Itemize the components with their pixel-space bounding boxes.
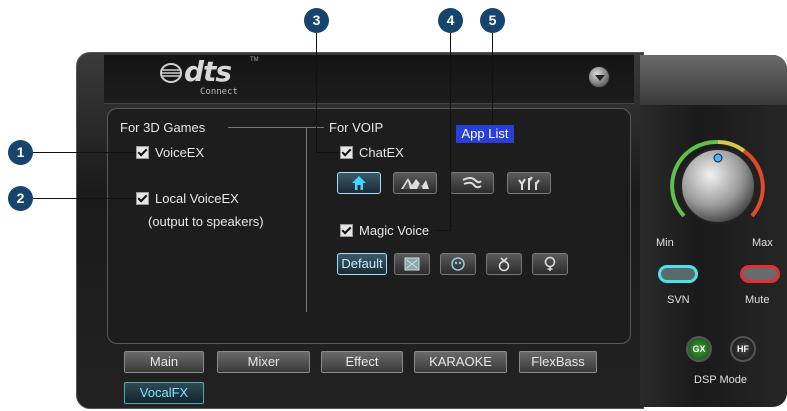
- callout-3-leader-v: [316, 33, 317, 152]
- robot-icon: [404, 257, 420, 271]
- magic-voice-checkbox[interactable]: [340, 224, 353, 237]
- trademark: TM: [250, 57, 259, 63]
- magic-voice-female-button[interactable]: [532, 253, 568, 275]
- callout-4-leader-h: [437, 230, 451, 231]
- dts-disc-icon: [160, 63, 182, 83]
- magic-voice-male-button[interactable]: [486, 253, 522, 275]
- chatex-forest-button[interactable]: [507, 172, 551, 194]
- callout-4: 4: [438, 8, 463, 33]
- section-3d-games-title: For 3D Games: [120, 120, 206, 135]
- magic-voice-alien-button[interactable]: [440, 253, 476, 275]
- female-icon: [544, 256, 556, 271]
- mute-label: Mute: [745, 294, 770, 306]
- minimize-dropdown-button[interactable]: [588, 66, 610, 88]
- tab-flexbass[interactable]: FlexBass: [519, 351, 597, 373]
- brand-subtitle: Connect: [200, 87, 238, 97]
- callout-4-leader-v: [450, 33, 451, 230]
- dsp-mode-label: DSP Mode: [694, 374, 747, 386]
- alien-icon: [451, 257, 465, 271]
- mute-toggle[interactable]: [740, 265, 780, 283]
- magic-voice-default-button[interactable]: Default: [337, 253, 387, 275]
- callout-1: 1: [8, 140, 33, 165]
- callout-5-leader: [492, 33, 493, 125]
- callout-2: 2: [8, 186, 33, 211]
- chatex-label: ChatEX: [359, 145, 404, 160]
- dts-logo: dts TM Connect: [160, 55, 270, 101]
- chatex-home-button[interactable]: [337, 172, 381, 194]
- wind-icon: [462, 177, 482, 189]
- home-icon: [352, 176, 366, 190]
- male-icon: [498, 257, 510, 272]
- forest-icon: [518, 176, 540, 190]
- stadium-icon: [401, 178, 429, 189]
- right-panel-top: [640, 55, 787, 105]
- dsp-gx-button[interactable]: GX: [686, 336, 712, 362]
- magic-voice-robot-button[interactable]: [394, 253, 430, 275]
- svn-toggle[interactable]: [658, 265, 698, 283]
- app-list-link[interactable]: App List: [456, 125, 514, 143]
- volume-knob[interactable]: [670, 138, 766, 234]
- voiceex-label: VoiceEX: [155, 145, 205, 160]
- tab-main[interactable]: Main: [124, 351, 204, 373]
- dsp-hf-button[interactable]: HF: [730, 336, 756, 362]
- callout-3: 3: [304, 8, 329, 33]
- callout-3-leader-h: [316, 152, 340, 153]
- local-voiceex-checkbox[interactable]: [136, 192, 149, 205]
- min-label: Min: [656, 237, 674, 249]
- max-label: Max: [752, 237, 773, 249]
- section-divider: [228, 127, 324, 128]
- local-voiceex-label: Local VoiceEX: [155, 191, 239, 206]
- tab-effect[interactable]: Effect: [321, 351, 403, 373]
- callout-5: 5: [480, 8, 505, 33]
- chatex-wind-button[interactable]: [450, 172, 494, 194]
- section-divider-vertical: [306, 128, 307, 312]
- callout-2-leader: [33, 198, 136, 199]
- tab-karaoke[interactable]: KARAOKE: [414, 351, 507, 373]
- callout-1-leader: [33, 152, 136, 153]
- chatex-checkbox[interactable]: [340, 146, 353, 159]
- tab-vocalfx[interactable]: VocalFX: [124, 382, 204, 404]
- magic-voice-label: Magic Voice: [359, 223, 430, 238]
- brand-name: dts: [184, 55, 232, 88]
- tab-mixer[interactable]: Mixer: [217, 351, 310, 373]
- section-voip-title: For VOIP: [329, 120, 384, 135]
- chatex-stadium-button[interactable]: [393, 172, 437, 194]
- svn-label: SVN: [667, 294, 690, 306]
- local-voiceex-note: (output to speakers): [148, 214, 264, 229]
- voiceex-checkbox[interactable]: [136, 146, 149, 159]
